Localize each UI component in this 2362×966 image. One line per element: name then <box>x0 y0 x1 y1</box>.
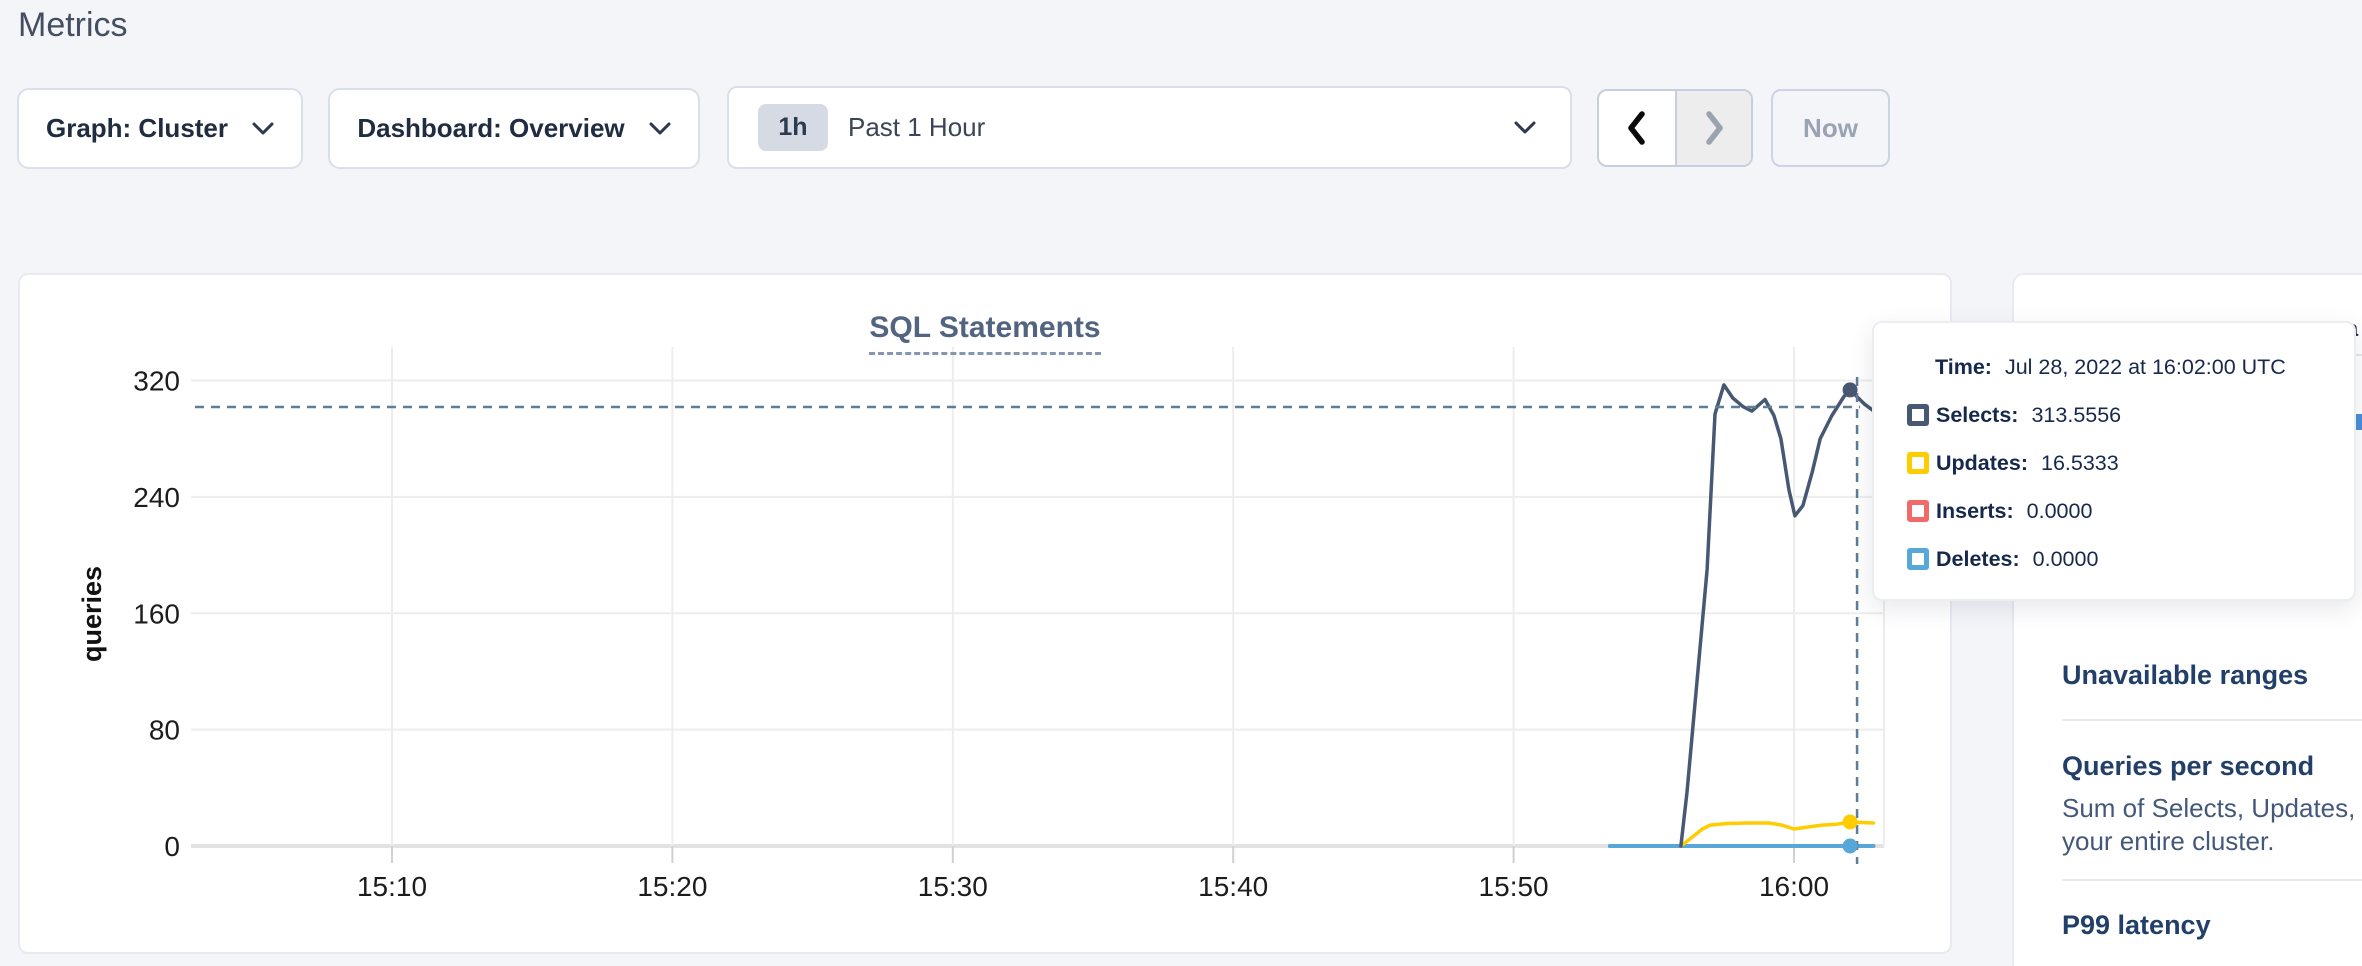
tooltip-series-value: 0.0000 <box>2033 547 2099 572</box>
time-range-label: Past 1 Hour <box>848 112 1514 143</box>
sidebar-section-description: Sum of Selects, Updates, Inserts <box>2062 793 2362 824</box>
tooltip-time-value: Jul 28, 2022 at 16:02:00 UTC <box>2005 355 2286 380</box>
series-swatch-icon <box>1907 452 1929 474</box>
series-swatch-icon <box>1907 548 1929 570</box>
tooltip-series-label: Deletes: <box>1936 547 2020 572</box>
tooltip-series-value: 313.5556 <box>2031 403 2121 428</box>
series-swatch-icon <box>1907 404 1929 426</box>
x-axis-tick-label: 15:20 <box>637 871 707 902</box>
chevron-down-icon <box>252 122 274 135</box>
sidebar-section-description: your entire cluster. <box>2062 826 2274 857</box>
sql-statements-chart-card: 0 80 160 240 320 15:10 15:20 15:30 15:40 15:50 16:… <box>18 273 1952 954</box>
tooltip-series-label: Selects: <box>1936 403 2018 428</box>
tooltip-series-value: 16.5333 <box>2041 451 2119 476</box>
tooltip-series-row: Inserts: 0.0000 <box>1907 487 2354 535</box>
y-axis-tick-label: 160 <box>133 598 180 629</box>
tooltip-series-row: Selects: 313.5556 <box>1907 391 2354 439</box>
chart-hover-tooltip: Time: Jul 28, 2022 at 16:02:00 UTC Selec… <box>1872 321 2356 601</box>
now-button[interactable]: Now <box>1771 89 1890 167</box>
tooltip-series-label: Inserts: <box>1936 499 2014 524</box>
x-axis-tick-label: 15:40 <box>1198 871 1268 902</box>
chevron-down-icon <box>1514 121 1536 134</box>
tooltip-series-row: Deletes: 0.0000 <box>1907 535 2354 583</box>
tooltip-series-label: Updates: <box>1936 451 2028 476</box>
time-step-button-group <box>1597 89 1753 167</box>
chevron-left-icon <box>1624 109 1650 147</box>
y-axis-label: queries <box>77 566 107 662</box>
graph-dropdown[interactable]: Graph: Cluster <box>17 88 303 169</box>
x-axis-tick-label: 15:30 <box>918 871 988 902</box>
tooltip-time-label: Time: <box>1935 355 1992 380</box>
previous-time-button[interactable] <box>1599 91 1675 165</box>
time-range-selector[interactable]: 1h Past 1 Hour <box>727 86 1572 169</box>
sidebar-divider <box>2062 719 2362 721</box>
dashboard-dropdown[interactable]: Dashboard: Overview <box>328 88 700 169</box>
tooltip-series-row: Updates: 16.5333 <box>1907 439 2354 487</box>
graph-dropdown-label: Graph: Cluster <box>46 113 228 144</box>
tooltip-time-row: Time: Jul 28, 2022 at 16:02:00 UTC <box>1907 343 2354 391</box>
series-swatch-icon <box>1907 500 1929 522</box>
next-time-button-disabled[interactable] <box>1675 91 1751 165</box>
y-axis-tick-label: 320 <box>133 366 180 397</box>
time-range-badge: 1h <box>758 104 828 151</box>
x-axis-tick-label: 15:50 <box>1479 871 1549 902</box>
sidebar-section-heading: P99 latency <box>2062 910 2211 941</box>
chevron-down-icon <box>649 122 671 135</box>
dashboard-dropdown-label: Dashboard: Overview <box>357 113 624 144</box>
y-axis-tick-label: 240 <box>133 482 180 513</box>
sidebar-section-heading: Unavailable ranges <box>2062 660 2308 691</box>
tooltip-series-value: 0.0000 <box>2027 499 2093 524</box>
chevron-right-icon <box>1701 109 1727 147</box>
sidebar-section-heading: Queries per second <box>2062 751 2314 782</box>
page-title: Metrics <box>18 6 128 45</box>
y-axis-tick-label: 80 <box>149 715 180 746</box>
chart-plot-area[interactable] <box>191 347 1884 846</box>
x-axis-tick-label: 15:10 <box>357 871 427 902</box>
sidebar-divider <box>2062 879 2362 881</box>
y-axis-tick-label: 0 <box>164 831 180 862</box>
x-axis-tick-label: 16:00 <box>1759 871 1829 902</box>
